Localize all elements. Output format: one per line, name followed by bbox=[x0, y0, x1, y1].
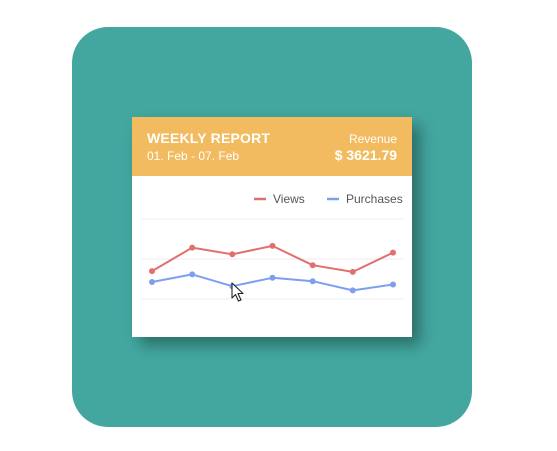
legend-label: Views bbox=[273, 192, 305, 206]
data-point-purchases[interactable] bbox=[189, 271, 196, 278]
card-header: WEEKLY REPORT 01. Feb - 07. Feb Revenue … bbox=[132, 117, 412, 176]
data-point-views[interactable] bbox=[390, 249, 396, 256]
data-point-purchases[interactable] bbox=[390, 281, 396, 288]
data-point-views[interactable] bbox=[349, 268, 356, 275]
data-point-purchases[interactable] bbox=[349, 287, 356, 294]
data-point-purchases[interactable] bbox=[149, 279, 155, 285]
data-point-views[interactable] bbox=[189, 244, 196, 251]
data-point-purchases[interactable] bbox=[269, 274, 276, 281]
report-date-range: 01. Feb - 07. Feb bbox=[147, 149, 240, 163]
revenue-label: Revenue bbox=[348, 132, 397, 146]
legend-item: Views bbox=[254, 192, 305, 206]
weekly-report-card: WEEKLY REPORT 01. Feb - 07. Feb Revenue … bbox=[132, 117, 412, 337]
mouse-pointer-icon bbox=[231, 282, 244, 302]
data-point-purchases[interactable] bbox=[309, 278, 316, 285]
data-point-views[interactable] bbox=[229, 251, 236, 258]
revenue-value: $ 3621.79 bbox=[334, 147, 397, 163]
data-point-views[interactable] bbox=[309, 262, 316, 269]
report-title: WEEKLY REPORT bbox=[147, 130, 271, 146]
legend-item: Purchases bbox=[327, 192, 403, 206]
data-point-views[interactable] bbox=[149, 268, 155, 275]
line-chart: Views Purchases bbox=[142, 192, 403, 300]
data-point-views[interactable] bbox=[269, 242, 276, 249]
legend-label: Purchases bbox=[346, 192, 403, 206]
